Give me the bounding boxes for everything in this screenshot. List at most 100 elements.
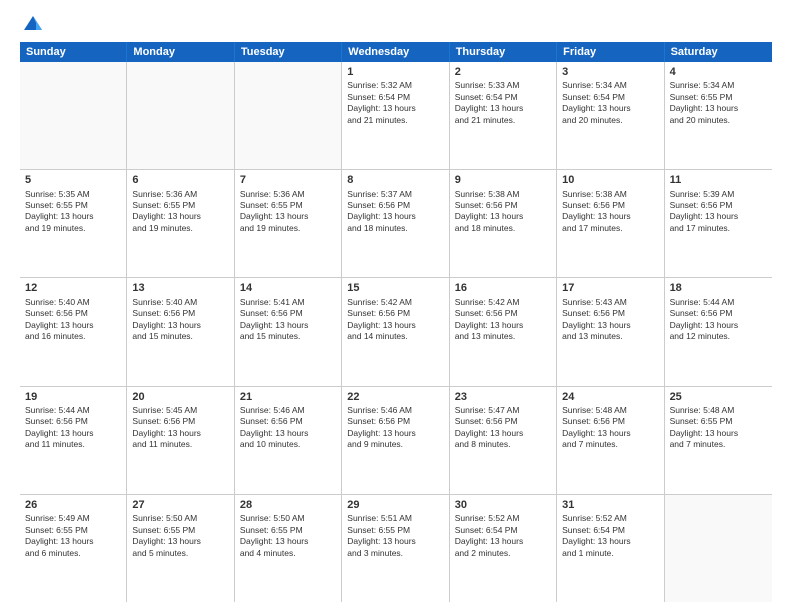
cell-info: Sunrise: 5:44 AM Sunset: 6:56 PM Dayligh… [25,405,121,451]
day-number: 26 [25,498,121,512]
cell-info: Sunrise: 5:33 AM Sunset: 6:54 PM Dayligh… [455,80,551,126]
cell-info: Sunrise: 5:44 AM Sunset: 6:56 PM Dayligh… [670,297,767,343]
day-number: 28 [240,498,336,512]
calendar-cell: 10 Sunrise: 5:38 AM Sunset: 6:56 PM Dayli… [557,170,664,277]
calendar-row-2: 5 Sunrise: 5:35 AM Sunset: 6:55 PM Daylig… [20,170,772,278]
calendar-cell: 3Sunrise: 5:34 AM Sunset: 6:54 PM Daylig… [557,62,664,169]
day-number: 9 [455,173,551,187]
calendar-cell: 23Sunrise: 5:47 AM Sunset: 6:56 PM Dayli… [450,387,557,494]
calendar-cell [20,62,127,169]
day-number: 23 [455,390,551,404]
cell-info: Sunrise: 5:38 AM Sunset: 6:56 PM Dayligh… [455,189,551,235]
cell-info: Sunrise: 5:40 AM Sunset: 6:56 PM Dayligh… [132,297,228,343]
cell-info: Sunrise: 5:42 AM Sunset: 6:56 PM Dayligh… [455,297,551,343]
day-number: 24 [562,390,658,404]
day-number: 21 [240,390,336,404]
calendar-cell: 12 Sunrise: 5:40 AM Sunset: 6:56 PM Dayli… [20,278,127,385]
calendar-cell: 1Sunrise: 5:32 AM Sunset: 6:54 PM Daylig… [342,62,449,169]
calendar: SundayMondayTuesdayWednesdayThursdayFrid… [20,42,772,602]
cell-info: Sunrise: 5:52 AM Sunset: 6:54 PM Dayligh… [455,513,551,559]
logo-triangle-icon [22,12,44,34]
header-day-thursday: Thursday [450,42,557,62]
calendar-row-5: 26Sunrise: 5:49 AM Sunset: 6:55 PM Dayli… [20,495,772,602]
cell-info: Sunrise: 5:34 AM Sunset: 6:55 PM Dayligh… [670,80,767,126]
header-day-friday: Friday [557,42,664,62]
calendar-cell: 25Sunrise: 5:48 AM Sunset: 6:55 PM Dayli… [665,387,772,494]
header-day-wednesday: Wednesday [342,42,449,62]
calendar-cell [235,62,342,169]
day-number: 20 [132,390,228,404]
calendar-row-3: 12 Sunrise: 5:40 AM Sunset: 6:56 PM Dayli… [20,278,772,386]
cell-info: Sunrise: 5:43 AM Sunset: 6:56 PM Dayligh… [562,297,658,343]
cell-info: Sunrise: 5:37 AM Sunset: 6:56 PM Dayligh… [347,189,443,235]
cell-info: Sunrise: 5:34 AM Sunset: 6:54 PM Dayligh… [562,80,658,126]
calendar-cell: 7Sunrise: 5:36 AM Sunset: 6:55 PM Daylig… [235,170,342,277]
calendar-cell: 9 Sunrise: 5:38 AM Sunset: 6:56 PM Daylig… [450,170,557,277]
header-day-tuesday: Tuesday [235,42,342,62]
calendar-row-1: 1Sunrise: 5:32 AM Sunset: 6:54 PM Daylig… [20,62,772,170]
cell-info: Sunrise: 5:35 AM Sunset: 6:55 PM Dayligh… [25,189,121,235]
calendar-header: SundayMondayTuesdayWednesdayThursdayFrid… [20,42,772,62]
day-number: 8 [347,173,443,187]
calendar-cell: 5 Sunrise: 5:35 AM Sunset: 6:55 PM Daylig… [20,170,127,277]
calendar-cell: 8 Sunrise: 5:37 AM Sunset: 6:56 PM Daylig… [342,170,449,277]
day-number: 18 [670,281,767,295]
calendar-cell: 15 Sunrise: 5:42 AM Sunset: 6:56 PM Dayli… [342,278,449,385]
day-number: 14 [240,281,336,295]
calendar-cell: 19Sunrise: 5:44 AM Sunset: 6:56 PM Dayli… [20,387,127,494]
calendar-cell: 18 Sunrise: 5:44 AM Sunset: 6:56 PM Dayli… [665,278,772,385]
cell-info: Sunrise: 5:36 AM Sunset: 6:55 PM Dayligh… [240,189,336,235]
page: SundayMondayTuesdayWednesdayThursdayFrid… [0,0,792,612]
calendar-cell: 21Sunrise: 5:46 AM Sunset: 6:56 PM Dayli… [235,387,342,494]
calendar-cell: 30Sunrise: 5:52 AM Sunset: 6:54 PM Dayli… [450,495,557,602]
calendar-cell: 11Sunrise: 5:39 AM Sunset: 6:56 PM Dayli… [665,170,772,277]
cell-info: Sunrise: 5:41 AM Sunset: 6:56 PM Dayligh… [240,297,336,343]
cell-info: Sunrise: 5:52 AM Sunset: 6:54 PM Dayligh… [562,513,658,559]
day-number: 15 [347,281,443,295]
cell-info: Sunrise: 5:38 AM Sunset: 6:56 PM Dayligh… [562,189,658,235]
cell-info: Sunrise: 5:42 AM Sunset: 6:56 PM Dayligh… [347,297,443,343]
cell-info: Sunrise: 5:46 AM Sunset: 6:56 PM Dayligh… [347,405,443,451]
cell-info: Sunrise: 5:32 AM Sunset: 6:54 PM Dayligh… [347,80,443,126]
day-number: 25 [670,390,767,404]
cell-info: Sunrise: 5:39 AM Sunset: 6:56 PM Dayligh… [670,189,767,235]
cell-info: Sunrise: 5:50 AM Sunset: 6:55 PM Dayligh… [132,513,228,559]
header [20,16,772,34]
cell-info: Sunrise: 5:47 AM Sunset: 6:56 PM Dayligh… [455,405,551,451]
day-number: 12 [25,281,121,295]
day-number: 19 [25,390,121,404]
day-number: 17 [562,281,658,295]
calendar-cell: 28Sunrise: 5:50 AM Sunset: 6:55 PM Dayli… [235,495,342,602]
day-number: 2 [455,65,551,79]
logo [20,16,44,34]
calendar-cell: 29Sunrise: 5:51 AM Sunset: 6:55 PM Dayli… [342,495,449,602]
calendar-cell: 26Sunrise: 5:49 AM Sunset: 6:55 PM Dayli… [20,495,127,602]
calendar-cell [665,495,772,602]
logo-text [20,16,44,34]
calendar-cell: 6Sunrise: 5:36 AM Sunset: 6:55 PM Daylig… [127,170,234,277]
day-number: 6 [132,173,228,187]
calendar-row-4: 19Sunrise: 5:44 AM Sunset: 6:56 PM Dayli… [20,387,772,495]
calendar-cell: 20Sunrise: 5:45 AM Sunset: 6:56 PM Dayli… [127,387,234,494]
day-number: 3 [562,65,658,79]
calendar-body: 1Sunrise: 5:32 AM Sunset: 6:54 PM Daylig… [20,62,772,602]
calendar-cell: 24Sunrise: 5:48 AM Sunset: 6:56 PM Dayli… [557,387,664,494]
header-day-saturday: Saturday [665,42,772,62]
cell-info: Sunrise: 5:50 AM Sunset: 6:55 PM Dayligh… [240,513,336,559]
calendar-cell: 2Sunrise: 5:33 AM Sunset: 6:54 PM Daylig… [450,62,557,169]
header-day-monday: Monday [127,42,234,62]
cell-info: Sunrise: 5:48 AM Sunset: 6:56 PM Dayligh… [562,405,658,451]
cell-info: Sunrise: 5:49 AM Sunset: 6:55 PM Dayligh… [25,513,121,559]
day-number: 10 [562,173,658,187]
cell-info: Sunrise: 5:51 AM Sunset: 6:55 PM Dayligh… [347,513,443,559]
day-number: 22 [347,390,443,404]
header-day-sunday: Sunday [20,42,127,62]
calendar-cell: 27Sunrise: 5:50 AM Sunset: 6:55 PM Dayli… [127,495,234,602]
day-number: 5 [25,173,121,187]
calendar-cell: 4Sunrise: 5:34 AM Sunset: 6:55 PM Daylig… [665,62,772,169]
cell-info: Sunrise: 5:45 AM Sunset: 6:56 PM Dayligh… [132,405,228,451]
day-number: 27 [132,498,228,512]
cell-info: Sunrise: 5:48 AM Sunset: 6:55 PM Dayligh… [670,405,767,451]
cell-info: Sunrise: 5:40 AM Sunset: 6:56 PM Dayligh… [25,297,121,343]
calendar-cell: 17 Sunrise: 5:43 AM Sunset: 6:56 PM Dayli… [557,278,664,385]
